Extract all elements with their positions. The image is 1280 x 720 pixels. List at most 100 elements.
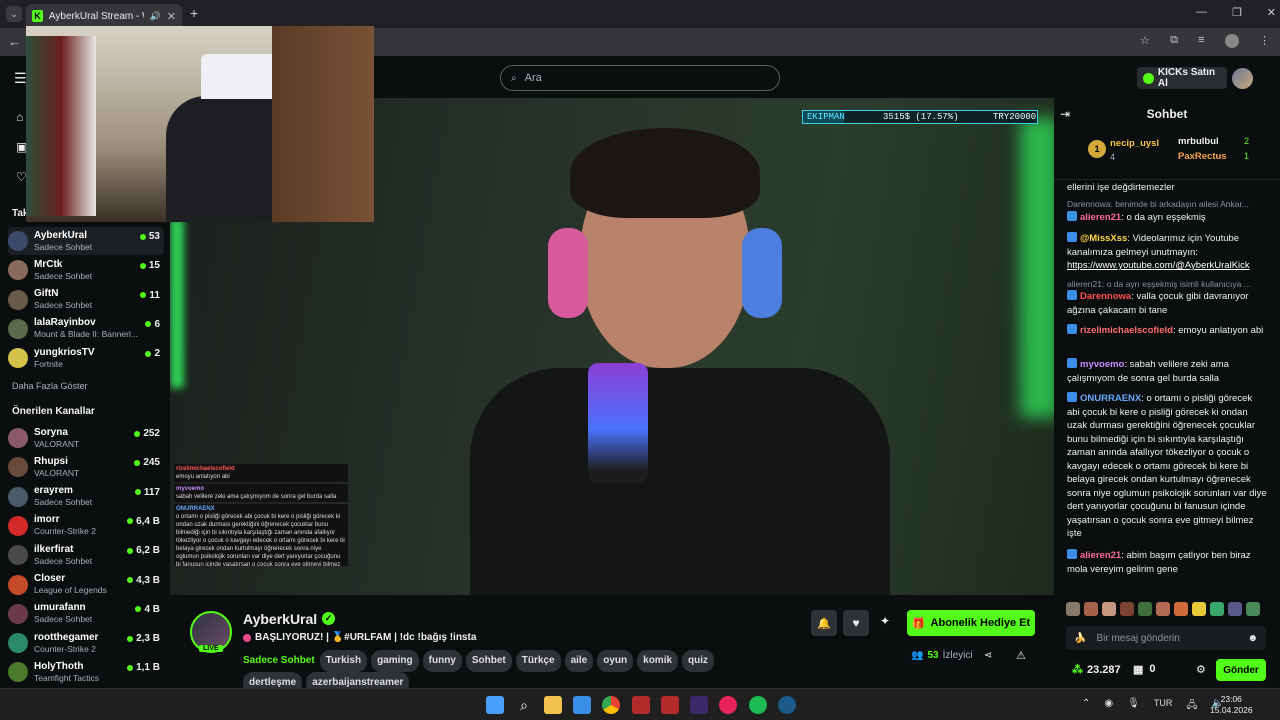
stream-tag[interactable]: komik	[637, 650, 679, 672]
send-button[interactable]: Gönder	[1216, 659, 1266, 681]
leaderboard-name[interactable]: necip_uysl	[1110, 138, 1159, 149]
sidebar-channel-item[interactable]: Rhupsi VALORANT 245	[8, 453, 164, 481]
microphone	[588, 363, 648, 483]
sidebar-channel-item[interactable]: Soryna VALORANT 252	[8, 424, 164, 452]
channel-name: Rhupsi	[34, 455, 68, 467]
browser-tab[interactable]: K AyberkUral Stream - Watch 🔊 ✕	[26, 4, 182, 28]
file-explorer-icon[interactable]	[544, 696, 562, 714]
sidebar-channel-item[interactable]: yungkriosTV Fortnite 2	[8, 344, 164, 372]
back-icon[interactable]: ←	[8, 34, 21, 49]
sidebar-channel-item[interactable]: GiftN Sadece Sohbet 11	[8, 286, 164, 314]
maximize-icon[interactable]: ❐	[1232, 6, 1242, 19]
spotify-icon[interactable]	[749, 696, 767, 714]
gift-subscription-button[interactable]: 🎁 Abonelik Hediye Et	[907, 610, 1035, 636]
sidebar-channel-item[interactable]: rootthegamer Counter-Strike 2 2,3 B	[8, 629, 164, 657]
chat-message: alieren21: abim başım çatlıyor ben biraz…	[1067, 549, 1267, 576]
app-icon-2[interactable]	[661, 696, 679, 714]
hamburger-menu-icon[interactable]: ☰	[14, 70, 27, 87]
profile-icon[interactable]	[1224, 34, 1239, 48]
user-avatar[interactable]	[1232, 68, 1253, 89]
channel-category: Counter-Strike 2	[34, 526, 96, 537]
leaderboard-name[interactable]: PaxRectus	[1178, 151, 1227, 162]
show-more-link[interactable]: Daha Fazla Göster	[12, 381, 88, 391]
stream-tag[interactable]: oyun	[597, 650, 634, 672]
sidebar-channel-item[interactable]: MrCtk Sadece Sohbet 15	[8, 256, 164, 284]
chat-username[interactable]: myvoemo	[1080, 359, 1124, 370]
sidebar-channel-item[interactable]: AyberkUral Sadece Sohbet 53	[8, 227, 164, 255]
chat-message: Darennowa: valla çocuk gibi davranıyor a…	[1067, 290, 1267, 317]
network-icon[interactable]: 🖧	[1186, 698, 1197, 715]
chat-username[interactable]: Darennowa	[1080, 291, 1131, 302]
chat-username[interactable]: @MissXss	[1080, 233, 1127, 244]
tray-app-icon[interactable]: ◉	[1104, 698, 1113, 715]
viewer-count-number: 53	[927, 650, 939, 661]
menu-icon[interactable]: ⋮	[1259, 34, 1270, 48]
sparkle-icon[interactable]: ✦	[880, 614, 890, 628]
sidebar-channel-item[interactable]: umurafann Sadece Sohbet 4 B	[8, 600, 164, 628]
stream-tag[interactable]: gaming	[371, 650, 419, 672]
viewer-count-value: 2,3 B	[136, 633, 160, 645]
close-window-icon[interactable]: ✕	[1267, 6, 1276, 19]
follow-heart-button[interactable]: ♥	[843, 610, 869, 636]
chat-username[interactable]: ONURRAENX	[1080, 393, 1141, 404]
search-taskbar-icon[interactable]: ⌕	[515, 696, 533, 714]
stream-tag[interactable]: Turkish	[319, 650, 368, 672]
home-icon[interactable]: ⌂	[16, 110, 23, 124]
microphone-icon[interactable]: 🎙	[1127, 698, 1140, 715]
tray-chevron-icon[interactable]: ⌃	[1082, 698, 1090, 715]
stream-category[interactable]: Sadece Sohbet	[243, 655, 315, 666]
channel-points[interactable]: ⁂ 23.287	[1072, 663, 1121, 677]
report-icon[interactable]: ⚠	[1016, 649, 1026, 662]
clock[interactable]: 23:06 15.04.2026	[1210, 694, 1253, 716]
chat-settings-icon[interactable]: ⚙	[1196, 663, 1206, 676]
language-indicator[interactable]: TUR	[1154, 698, 1173, 715]
sidebar-channel-item[interactable]: Closer League of Legends 4,3 B	[8, 571, 164, 599]
steam-icon[interactable]	[778, 696, 796, 714]
sidebar-channel-item[interactable]: HolyThoth Teamfight Tactics 1,1 B	[8, 658, 164, 686]
app-icon-3[interactable]	[690, 696, 708, 714]
extensions-icon[interactable]: ⧉	[1170, 34, 1178, 48]
chat-username[interactable]: rizelimichaelscofield	[1080, 325, 1173, 336]
chat-username[interactable]: alieren21	[1080, 550, 1121, 561]
stream-tag[interactable]: Sohbet	[465, 650, 512, 672]
sidebar-channel-item[interactable]: imorr Counter-Strike 2 6,4 B	[8, 512, 164, 540]
stream-tag[interactable]: quiz	[682, 650, 715, 672]
stream-tag[interactable]: funny	[422, 650, 462, 672]
sidebar-channel-item[interactable]: lalaRayinbov Mount & Blade II: Bannerl...…	[8, 315, 164, 343]
chat-input[interactable]: 🍌 Bir mesaj gönderin ☻	[1066, 626, 1266, 650]
search-input[interactable]: ⌕ Ara	[500, 65, 780, 91]
new-tab-icon[interactable]: +	[190, 5, 198, 21]
sidebar-channel-item[interactable]: erayrem Sadece Sohbet 117	[8, 483, 164, 511]
streamer-name[interactable]: AyberkUral	[243, 611, 317, 627]
start-icon[interactable]	[486, 696, 504, 714]
bookmark-star-icon[interactable]: ☆	[1140, 34, 1150, 48]
chrome-icon[interactable]	[602, 696, 620, 714]
share-icon[interactable]: ⋖	[984, 650, 992, 661]
reading-list-icon[interactable]: ≡	[1198, 34, 1204, 48]
chat-username[interactable]: alieren21	[1080, 212, 1121, 223]
audio-icon[interactable]: 🔊	[150, 11, 161, 22]
minimize-icon[interactable]: —	[1196, 6, 1207, 19]
stream-tag[interactable]: aile	[564, 650, 594, 672]
media-player-icon[interactable]	[719, 696, 737, 714]
close-tab-icon[interactable]: ✕	[167, 10, 176, 23]
kicks-buy-button[interactable]: KICKs Satın Al	[1137, 67, 1227, 89]
notification-bell-button[interactable]: 🔔	[811, 610, 837, 636]
gift-count[interactable]: ▦ 0	[1133, 663, 1156, 676]
tab-list-chevron-icon[interactable]: ⌄	[6, 6, 22, 22]
photos-icon[interactable]	[573, 696, 591, 714]
channel-category: Counter-Strike 2	[34, 643, 96, 654]
points-icon: ⁂	[1072, 664, 1083, 676]
leaderboard-name[interactable]: mrbulbul	[1178, 136, 1219, 147]
channel-name: erayrem	[34, 485, 73, 497]
emoji-icon[interactable]: ☻	[1247, 633, 1258, 644]
channel-avatar	[8, 486, 28, 507]
channel-viewers: 6,2 B	[127, 545, 160, 556]
app-icon-1[interactable]	[632, 696, 650, 714]
recommended-heading: Önerilen Kanallar	[12, 406, 95, 417]
channel-viewers: 252	[134, 428, 160, 439]
sidebar-channel-item[interactable]: ilkerfirat Sadece Sohbet 6,2 B	[8, 541, 164, 569]
viewer-count-label: İzleyici	[942, 650, 973, 661]
stream-tag[interactable]: Türkçe	[515, 650, 561, 672]
chat-link[interactable]: https://www.youtube.com/@AyberkUralKick	[1067, 260, 1250, 271]
